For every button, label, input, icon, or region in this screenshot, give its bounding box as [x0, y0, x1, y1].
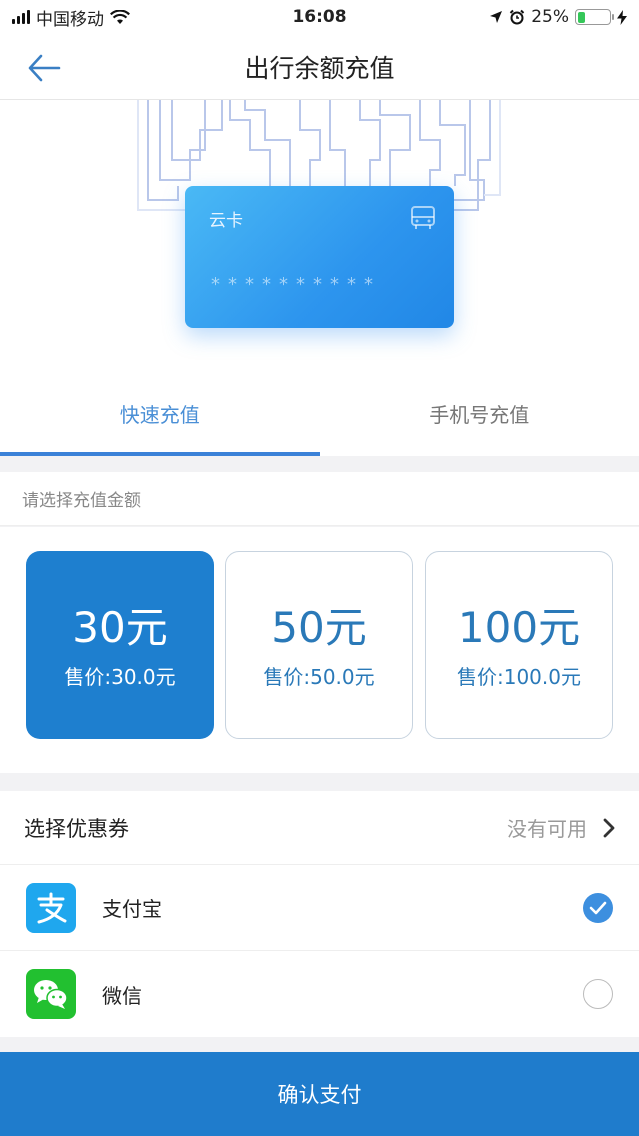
battery-fill: [577, 11, 586, 23]
amount-price: 售价:100.0元: [457, 664, 581, 689]
chevron-right-icon: [603, 818, 615, 837]
amount-option-50[interactable]: 50元 售价:50.0元: [225, 551, 413, 739]
wechat-logo-icon: [26, 969, 76, 1019]
amount-price: 售价:30.0元: [64, 664, 176, 689]
back-arrow-icon: [28, 54, 61, 82]
payment-option-alipay[interactable]: 支付宝: [0, 865, 639, 951]
charging-bolt-icon: [617, 9, 627, 25]
card-name: 云卡: [209, 211, 243, 231]
battery-icon: [575, 9, 614, 25]
radio-checked[interactable]: [583, 892, 613, 923]
radio-unchecked[interactable]: [583, 979, 613, 1009]
amount-option-30[interactable]: 30元 售价:30.0元: [26, 551, 214, 739]
recharge-tabs: 快速充值 手机号充值: [0, 370, 639, 456]
nav-bar: 出行余额充值: [0, 34, 639, 100]
amount-option-100[interactable]: 100元 售价:100.0元: [425, 551, 613, 739]
amount-options: 30元 售价:30.0元 50元 售价:50.0元 100元 售价:100.0元: [0, 527, 639, 773]
amount-value: 30元: [72, 602, 168, 652]
page-title: 出行余额充值: [244, 53, 395, 83]
coupon-value: 没有可用: [507, 817, 587, 841]
tab-quick-recharge[interactable]: 快速充值: [0, 370, 320, 456]
status-right: 25%: [489, 7, 627, 27]
payment-name: 支付宝: [102, 897, 162, 921]
bus-icon: [411, 206, 435, 229]
status-left: 中国移动: [12, 5, 130, 30]
confirm-pay-button[interactable]: 确认支付: [0, 1052, 639, 1136]
tab-phone-recharge[interactable]: 手机号充值: [320, 370, 639, 456]
battery-percent: 25%: [531, 7, 569, 27]
wifi-icon: [110, 9, 130, 24]
payment-option-wechat[interactable]: 微信: [0, 951, 639, 1037]
carrier-label: 中国移动: [36, 9, 104, 30]
alarm-icon: [509, 9, 525, 25]
yun-card: 云卡 **********: [185, 186, 454, 328]
amount-price: 售价:50.0元: [263, 664, 375, 689]
card-number-mask: **********: [211, 274, 381, 295]
payment-name: 微信: [102, 983, 142, 1008]
card-banner: 云卡 **********: [0, 100, 639, 370]
coupon-value-group: 没有可用: [507, 813, 615, 842]
back-button[interactable]: [24, 48, 64, 88]
signal-icon: [12, 10, 30, 24]
status-bar: 中国移动 16:08 25%: [0, 0, 639, 34]
amount-value: 50元: [271, 602, 367, 652]
amount-value: 100元: [457, 602, 581, 652]
alipay-logo-icon: [26, 882, 76, 933]
location-arrow-icon: [490, 11, 503, 23]
coupon-label: 选择优惠券: [24, 816, 129, 841]
amount-section-header: 请选择充值金额: [0, 472, 639, 526]
check-icon: [589, 901, 607, 914]
coupon-row[interactable]: 选择优惠券 没有可用: [0, 791, 639, 865]
